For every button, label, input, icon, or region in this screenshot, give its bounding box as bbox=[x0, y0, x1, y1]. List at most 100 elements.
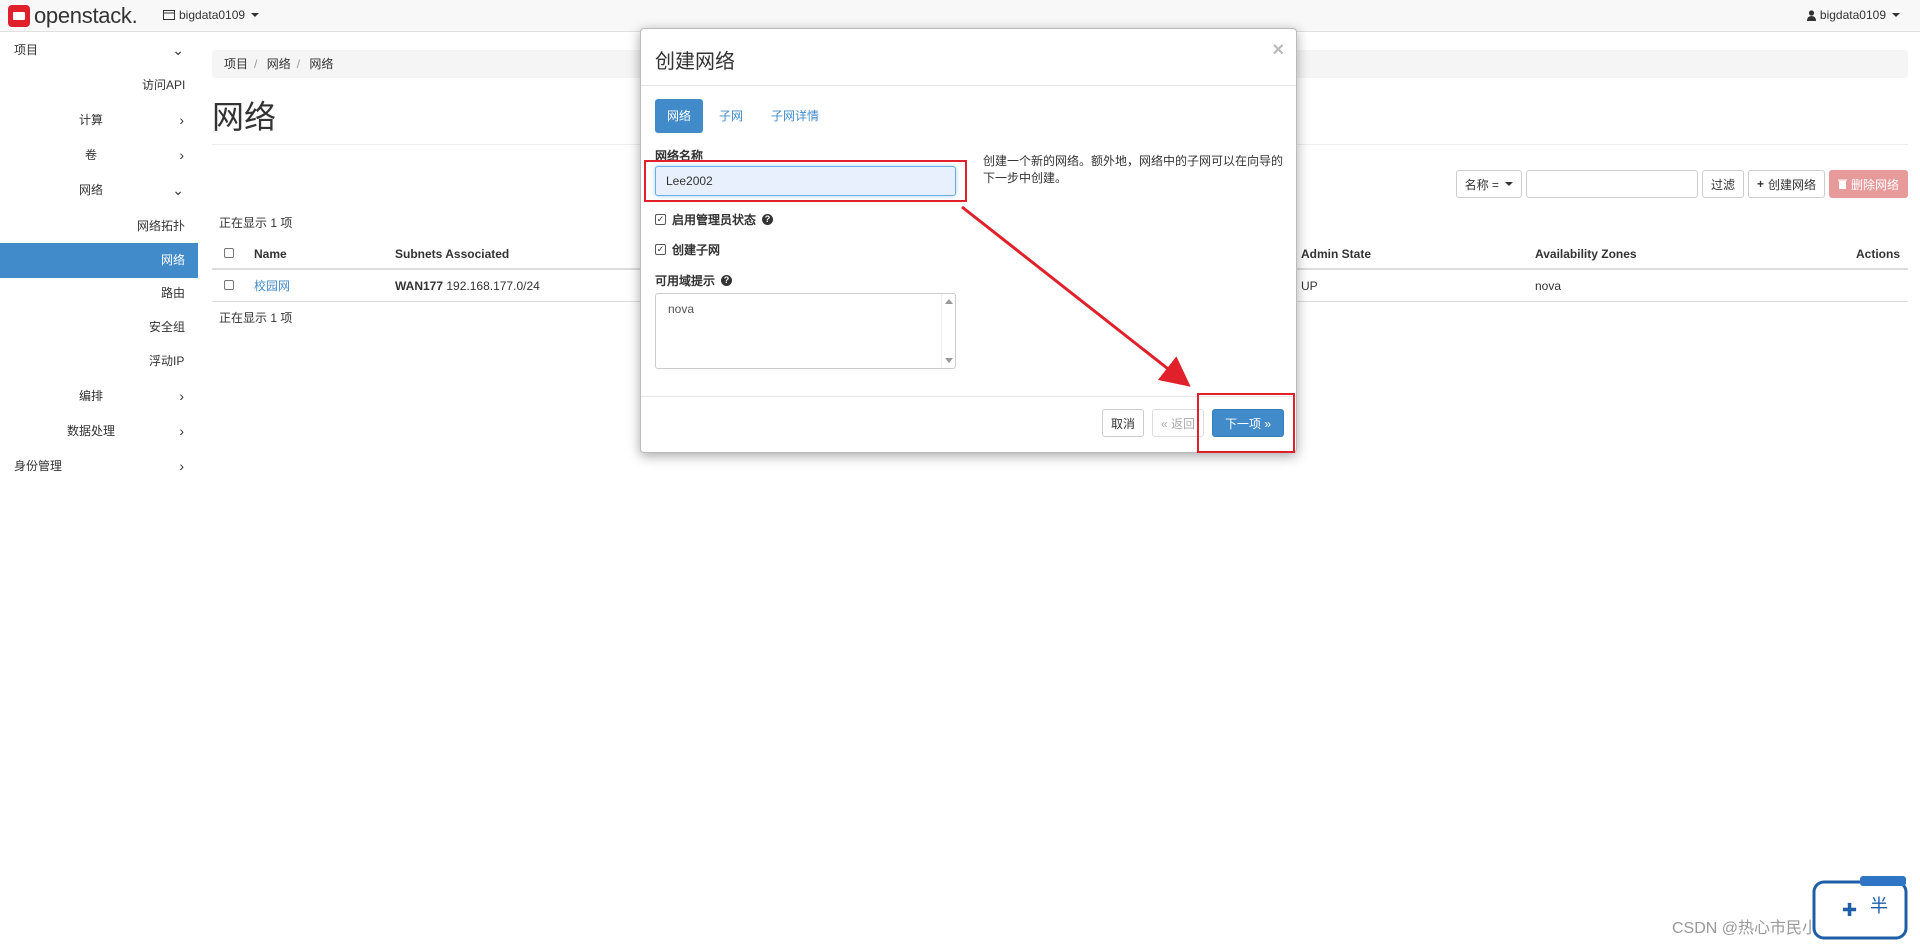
openstack-logo-icon bbox=[8, 5, 30, 27]
create-subnet-checkbox[interactable]: ✓ bbox=[655, 244, 666, 255]
sidebar-item-label: 路由 bbox=[161, 286, 186, 300]
trash-icon bbox=[1837, 179, 1847, 189]
az-hint-label: 可用域提示 bbox=[655, 274, 716, 288]
sidebar-item-network-group[interactable]: 网络 ⌄ bbox=[0, 174, 198, 206]
sidebar-item-label: 编排 bbox=[79, 389, 104, 403]
svg-text:半: 半 bbox=[1870, 896, 1888, 917]
admin-state-checkbox-row[interactable]: ✓ 启用管理员状态 ? bbox=[655, 211, 774, 228]
sidebar-item-identity[interactable]: 身份管理 › bbox=[0, 450, 198, 482]
user-menu[interactable]: bigdata0109 bbox=[1806, 8, 1900, 22]
question-circle-icon: ? bbox=[762, 214, 774, 225]
sidebar-item-routers[interactable]: 路由 bbox=[0, 277, 198, 309]
filter-field-dropdown[interactable]: 名称 = bbox=[1455, 170, 1522, 198]
sidebar-item-label: 网络 bbox=[79, 183, 104, 197]
subnet-name: WAN177 bbox=[395, 279, 444, 293]
svg-text:✚: ✚ bbox=[1842, 900, 1857, 921]
tab-subnet-details[interactable]: 子网详情 bbox=[759, 99, 831, 133]
close-icon[interactable]: × bbox=[1272, 39, 1284, 62]
create-network-label: 创建网络 bbox=[1767, 177, 1816, 192]
wizard-tabs: 网络 子网 子网详情 bbox=[655, 99, 831, 133]
create-subnet-checkbox-row[interactable]: ✓ 创建子网 bbox=[655, 241, 720, 258]
scroll-up-icon[interactable] bbox=[945, 299, 953, 304]
modal-title: 创建网络 bbox=[655, 51, 735, 73]
sidebar-item-label: 浮动IP bbox=[149, 354, 185, 368]
filter-input[interactable] bbox=[1525, 170, 1698, 198]
availability-zone-cell: nova bbox=[1535, 279, 1562, 293]
column-header-actions: Actions bbox=[1855, 247, 1900, 261]
sidebar-item-label: 安全组 bbox=[149, 320, 186, 334]
sidebar-item-security-groups[interactable]: 安全组 bbox=[0, 311, 198, 343]
sidebar-item-compute[interactable]: 计算 › bbox=[0, 104, 198, 136]
cancel-button[interactable]: 取消 bbox=[1101, 409, 1144, 437]
create-network-button[interactable]: + 创建网络 bbox=[1747, 170, 1825, 198]
chevron-down-icon: ⌄ bbox=[172, 42, 184, 58]
chevron-right-icon: › bbox=[179, 112, 184, 128]
sidebar-item-label: 网络 bbox=[161, 253, 186, 267]
column-header-subnets[interactable]: Subnets Associated bbox=[395, 238, 509, 270]
sidebar-item-data-processing[interactable]: 数据处理 › bbox=[0, 415, 198, 447]
chevron-right-icon: › bbox=[179, 147, 184, 163]
delete-networks-label: 删除网络 bbox=[1850, 177, 1899, 192]
sidebar-item-volumes[interactable]: 卷 › bbox=[0, 139, 198, 171]
sidebar-item-label: 身份管理 bbox=[14, 459, 63, 473]
az-hint-select[interactable]: nova bbox=[655, 293, 956, 369]
breadcrumb-item[interactable]: 网络 bbox=[267, 57, 291, 71]
project-selector[interactable]: bigdata0109 bbox=[163, 8, 260, 22]
sidebar-item-label: 计算 bbox=[79, 113, 104, 127]
breadcrumb-separator: / bbox=[254, 57, 258, 71]
az-option[interactable]: nova bbox=[668, 302, 694, 316]
sidebar-item-label: 项目 bbox=[14, 43, 39, 57]
page-title: 网络 bbox=[212, 99, 277, 135]
sidebar-item-project[interactable]: 项目 ⌄ bbox=[0, 34, 198, 66]
sidebar-item-api-access[interactable]: 访问API bbox=[0, 69, 198, 101]
column-header-admin-state[interactable]: Admin State bbox=[1301, 238, 1371, 270]
admin-state-checkbox[interactable]: ✓ bbox=[655, 214, 666, 225]
caret-down-icon bbox=[1504, 182, 1513, 186]
mascot-sticker-icon: ✚ 半 bbox=[1812, 876, 1908, 940]
chevron-down-icon: ⌄ bbox=[172, 182, 184, 198]
delete-networks-button[interactable]: 删除网络 bbox=[1828, 170, 1908, 198]
sidebar-item-networks[interactable]: 网络 bbox=[0, 243, 198, 278]
sidebar-item-floating-ips[interactable]: 浮动IP bbox=[0, 345, 198, 377]
create-network-modal: 创建网络 × 网络 子网 子网详情 网络名称 ✓ 启用管理员状态 ? ✓ 创建子… bbox=[640, 28, 1297, 453]
project-icon bbox=[163, 10, 175, 20]
sidebar-item-label: 数据处理 bbox=[67, 424, 116, 438]
create-subnet-label: 创建子网 bbox=[672, 243, 721, 257]
annotation-highlight-name bbox=[644, 160, 967, 202]
select-all-checkbox[interactable] bbox=[224, 248, 234, 258]
scrollbar[interactable] bbox=[941, 294, 955, 368]
admin-state-cell: UP bbox=[1301, 279, 1318, 293]
breadcrumb-item[interactable]: 项目 bbox=[224, 57, 248, 71]
plus-icon: + bbox=[1756, 177, 1764, 191]
table-actions: 名称 = 过滤 + 创建网络 删除网络 bbox=[1455, 170, 1908, 198]
tab-network[interactable]: 网络 bbox=[655, 99, 704, 133]
az-hint-label-row: 可用域提示 ? bbox=[655, 272, 733, 289]
scroll-down-icon[interactable] bbox=[945, 358, 953, 363]
tab-subnet[interactable]: 子网 bbox=[707, 99, 755, 133]
caret-down-icon bbox=[251, 13, 260, 17]
filter-button[interactable]: 过滤 bbox=[1701, 170, 1744, 198]
item-count-footer: 正在显示 1 项 bbox=[219, 311, 293, 325]
caret-down-icon bbox=[1892, 13, 1900, 17]
question-circle-icon: ? bbox=[721, 275, 733, 286]
sidebar-item-label: 访问API bbox=[142, 78, 186, 92]
column-header-availability-zones[interactable]: Availability Zones bbox=[1535, 238, 1637, 270]
openstack-logo[interactable]: openstack. bbox=[8, 5, 138, 27]
sidebar-item-orchestration[interactable]: 编排 › bbox=[0, 380, 198, 412]
row-checkbox[interactable] bbox=[224, 280, 234, 290]
chevron-right-icon: › bbox=[179, 458, 184, 474]
user-name: bigdata0109 bbox=[1819, 8, 1886, 22]
sidebar: 项目 ⌄ 访问API 计算 › 卷 › 网络 ⌄ 网络拓扑 网络 路由 安全组 … bbox=[0, 32, 198, 947]
project-name: bigdata0109 bbox=[179, 8, 246, 22]
chevron-right-icon: › bbox=[179, 423, 184, 439]
sidebar-item-label: 卷 bbox=[85, 148, 98, 162]
item-count: 正在显示 1 项 bbox=[219, 216, 293, 230]
column-header-name[interactable]: Name bbox=[254, 238, 287, 270]
subnet-cidr: 192.168.177.0/24 bbox=[446, 279, 540, 293]
breadcrumb-separator: / bbox=[296, 57, 301, 71]
user-icon bbox=[1806, 9, 1816, 21]
filter-field-label: 名称 = bbox=[1464, 177, 1499, 192]
sidebar-item-network-topology[interactable]: 网络拓扑 bbox=[0, 210, 198, 242]
network-name-link[interactable]: 校园网 bbox=[254, 270, 290, 302]
chevron-right-icon: › bbox=[179, 388, 184, 404]
